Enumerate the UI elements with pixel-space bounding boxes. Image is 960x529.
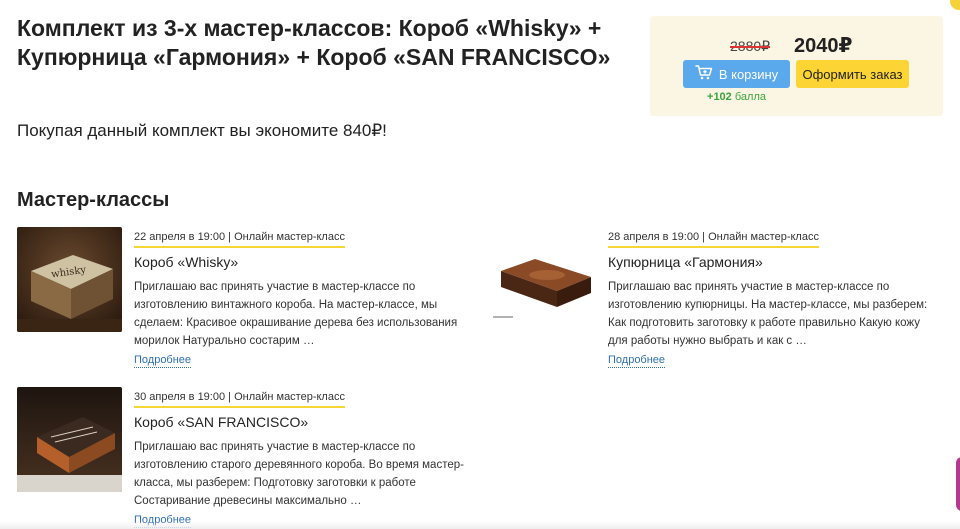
bonus-unit: балла: [734, 91, 766, 103]
bottom-edge: [0, 521, 960, 529]
master-class-body: 30 апреля в 19:00 | Онлайн мастер-класс …: [134, 387, 464, 528]
master-class-title[interactable]: Купюрница «Гармония»: [608, 254, 938, 270]
master-class-meta: 22 апреля в 19:00 | Онлайн мастер-класс: [134, 230, 345, 248]
master-class-description: Приглашаю вас принять участие в мастер-к…: [608, 281, 928, 347]
bill-holder-image[interactable]: [491, 227, 596, 332]
master-class-meta: 30 апреля в 19:00 | Онлайн мастер-класс: [134, 390, 345, 408]
bonus-points: +102 балла: [683, 91, 790, 103]
cart-icon: [695, 65, 713, 83]
checkout-button[interactable]: Оформить заказ: [796, 60, 909, 88]
master-class-title[interactable]: Короб «SAN FRANCISCO»: [134, 414, 464, 430]
add-to-cart-button[interactable]: В корзину: [683, 60, 790, 88]
master-class-description: Приглашаю вас принять участие в мастер-к…: [134, 441, 464, 507]
master-class-body: 28 апреля в 19:00 | Онлайн мастер-класс …: [608, 227, 938, 368]
master-class-body: 22 апреля в 19:00 | Онлайн мастер-класс …: [134, 227, 464, 368]
more-link[interactable]: Подробнее: [134, 354, 192, 368]
page-title: Комплект из 3-х мастер-классов: Короб «W…: [17, 15, 611, 70]
new-price: 2040₽: [794, 35, 853, 57]
whisky-box-image[interactable]: whisky: [17, 227, 122, 332]
san-francisco-box-image[interactable]: [17, 387, 122, 492]
master-class-title[interactable]: Короб «Whisky»: [134, 254, 464, 270]
more-link[interactable]: Подробнее: [608, 354, 666, 368]
side-chat-widget[interactable]: [956, 457, 960, 511]
page: Комплект из 3-х мастер-классов: Короб «W…: [0, 0, 960, 529]
bonus-amount: +102: [707, 91, 732, 103]
master-class-description: Приглашаю вас принять участие в мастер-к…: [134, 281, 458, 347]
master-class-meta: 28 апреля в 19:00 | Онлайн мастер-класс: [608, 230, 819, 248]
add-to-cart-label: В корзину: [718, 66, 779, 82]
section-title: Мастер-классы: [17, 189, 170, 211]
notification-badge[interactable]: [950, 0, 960, 10]
checkout-label: Оформить заказ: [802, 66, 903, 82]
buy-box: 2880₽ 2040₽ В корзину Оформить заказ +10…: [650, 16, 943, 116]
savings-text: Покупая данный комплект вы экономите 840…: [17, 121, 387, 140]
old-price: 2880₽: [730, 38, 771, 54]
